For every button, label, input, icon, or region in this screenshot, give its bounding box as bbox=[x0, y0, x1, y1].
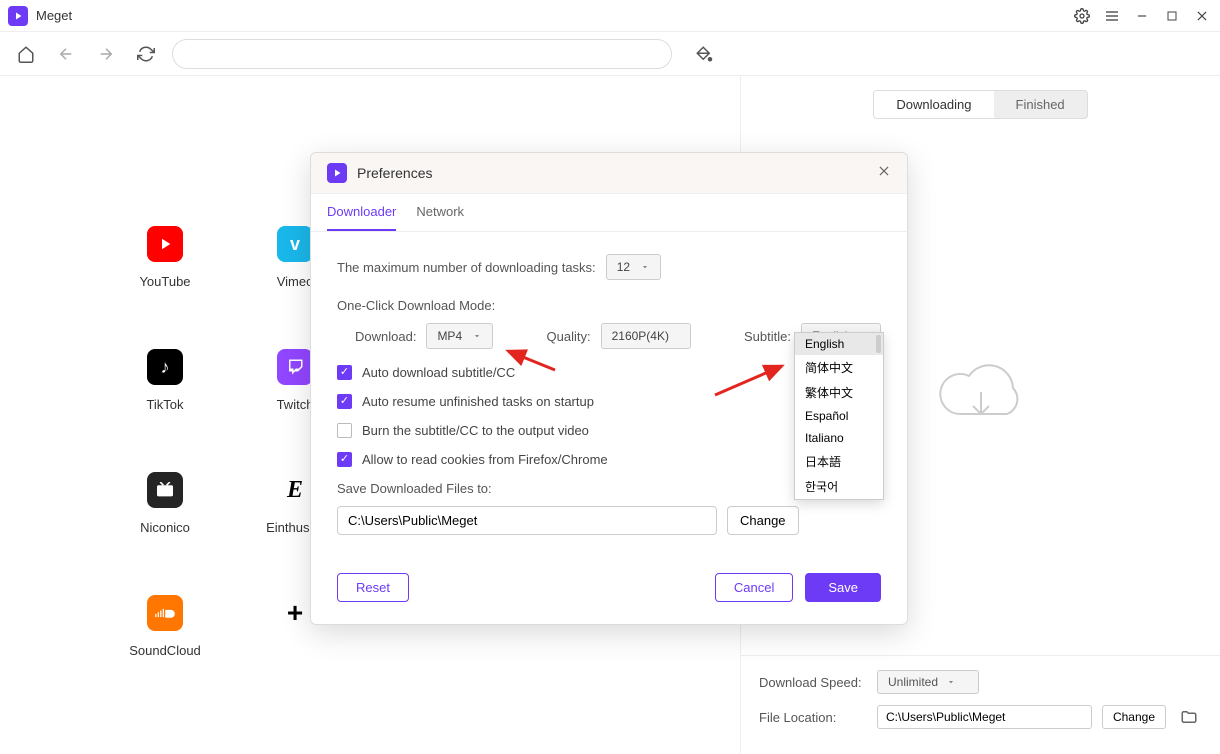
app-title: Meget bbox=[36, 8, 72, 23]
site-item-niconico[interactable]: Niconico bbox=[100, 472, 230, 535]
twitch-icon bbox=[277, 349, 313, 385]
download-speed-select[interactable]: Unlimited bbox=[877, 670, 979, 694]
subtitle-label: Subtitle: bbox=[744, 329, 791, 344]
tab-downloading[interactable]: Downloading bbox=[874, 91, 993, 118]
file-location-input[interactable] bbox=[877, 705, 1092, 729]
chk-auto-download-subtitle[interactable] bbox=[337, 365, 352, 380]
max-tasks-label: The maximum number of downloading tasks: bbox=[337, 260, 596, 275]
theme-icon[interactable] bbox=[690, 40, 718, 68]
tab-downloader[interactable]: Downloader bbox=[327, 194, 396, 231]
subtitle-option[interactable]: 繁体中文 bbox=[795, 380, 883, 405]
tab-network[interactable]: Network bbox=[416, 194, 464, 231]
close-button[interactable] bbox=[1192, 6, 1212, 26]
quality-select[interactable]: 2160P(4K) bbox=[601, 323, 691, 349]
einthusan-icon: E bbox=[277, 472, 313, 508]
chk-auto-resume-label: Auto resume unfinished tasks on startup bbox=[362, 394, 594, 409]
minimize-button[interactable] bbox=[1132, 6, 1152, 26]
site-item-tiktok[interactable]: ♪ TikTok bbox=[100, 349, 230, 412]
chk-burn-subtitle[interactable] bbox=[337, 423, 352, 438]
refresh-button[interactable] bbox=[132, 40, 160, 68]
site-item-soundcloud[interactable]: SoundCloud bbox=[100, 595, 230, 658]
titlebar: Meget bbox=[0, 0, 1220, 32]
subtitle-dropdown-list: English 简体中文 繁体中文 Español Italiano 日本語 한… bbox=[794, 332, 884, 500]
url-input[interactable] bbox=[172, 39, 672, 69]
download-speed-label: Download Speed: bbox=[759, 675, 867, 690]
open-folder-icon[interactable] bbox=[1176, 704, 1202, 730]
subtitle-option[interactable]: Español bbox=[795, 405, 883, 427]
file-location-label: File Location: bbox=[759, 710, 867, 725]
soundcloud-icon bbox=[147, 595, 183, 631]
dialog-logo-icon bbox=[327, 163, 347, 183]
quality-label: Quality: bbox=[547, 329, 591, 344]
subtitle-option[interactable]: 한국어 bbox=[795, 474, 883, 499]
settings-icon[interactable] bbox=[1072, 6, 1092, 26]
app-logo-icon bbox=[8, 6, 28, 26]
home-button[interactable] bbox=[12, 40, 40, 68]
chk-auto-resume[interactable] bbox=[337, 394, 352, 409]
save-path-input[interactable] bbox=[337, 506, 717, 535]
change-location-button[interactable]: Change bbox=[1102, 705, 1166, 729]
download-format-select[interactable]: MP4 bbox=[426, 323, 493, 349]
chk-read-cookies-label: Allow to read cookies from Firefox/Chrom… bbox=[362, 452, 608, 467]
subtitle-option[interactable]: English bbox=[795, 333, 883, 355]
subtitle-option[interactable]: 日本語 bbox=[795, 449, 883, 474]
one-click-label: One-Click Download Mode: bbox=[337, 298, 881, 313]
niconico-icon bbox=[147, 472, 183, 508]
dialog-close-icon[interactable] bbox=[877, 164, 891, 183]
youtube-icon bbox=[147, 226, 183, 262]
tab-finished[interactable]: Finished bbox=[994, 91, 1087, 118]
chk-read-cookies[interactable] bbox=[337, 452, 352, 467]
max-tasks-select[interactable]: 12 bbox=[606, 254, 661, 280]
plus-icon: + bbox=[277, 595, 313, 631]
navbar bbox=[0, 32, 1220, 76]
reset-button[interactable]: Reset bbox=[337, 573, 409, 602]
menu-icon[interactable] bbox=[1102, 6, 1122, 26]
save-button[interactable]: Save bbox=[805, 573, 881, 602]
chk-auto-download-subtitle-label: Auto download subtitle/CC bbox=[362, 365, 515, 380]
maximize-button[interactable] bbox=[1162, 6, 1182, 26]
download-format-label: Download: bbox=[355, 329, 416, 344]
subtitle-option[interactable]: 简体中文 bbox=[795, 355, 883, 380]
cancel-button[interactable]: Cancel bbox=[715, 573, 793, 602]
back-button[interactable] bbox=[52, 40, 80, 68]
tiktok-icon: ♪ bbox=[147, 349, 183, 385]
download-tabs: Downloading Finished bbox=[873, 90, 1087, 119]
vimeo-icon: v bbox=[277, 226, 313, 262]
forward-button[interactable] bbox=[92, 40, 120, 68]
site-item-youtube[interactable]: YouTube bbox=[100, 226, 230, 289]
subtitle-option[interactable]: Italiano bbox=[795, 427, 883, 449]
change-path-button[interactable]: Change bbox=[727, 506, 799, 535]
dialog-title: Preferences bbox=[357, 165, 432, 181]
chk-burn-subtitle-label: Burn the subtitle/CC to the output video bbox=[362, 423, 589, 438]
